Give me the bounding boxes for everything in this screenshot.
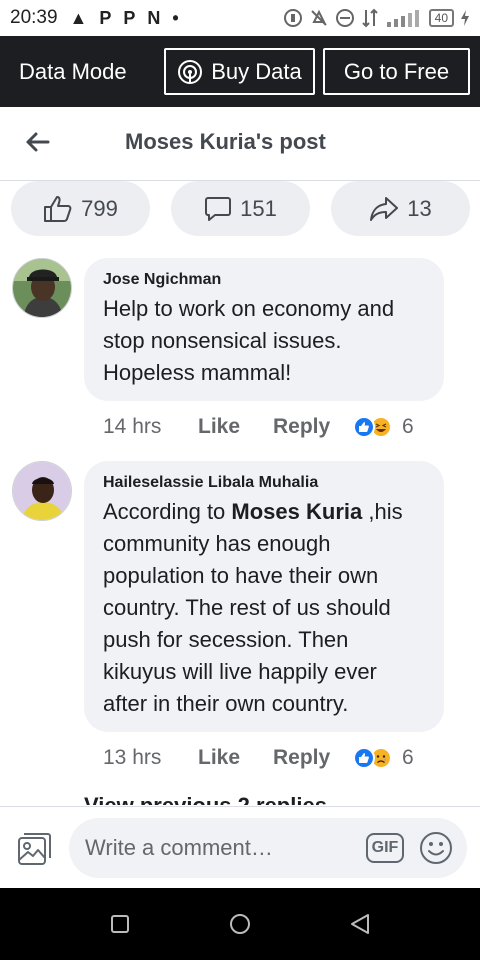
reactions-summary[interactable] [353, 416, 392, 438]
back-arrow-icon[interactable] [22, 127, 52, 157]
status-bar: 20:39 ▲ P P N • 40 [0, 0, 480, 36]
p-app-icon-2: P [123, 7, 136, 28]
recents-icon[interactable] [106, 910, 134, 938]
status-time: 20:39 [10, 7, 58, 28]
like-count-button[interactable]: 799 [11, 181, 150, 236]
comment-author[interactable]: Jose Ngichman [103, 271, 426, 289]
broadcast-icon [178, 59, 203, 84]
comment-text-end: ,his community has enough population to … [103, 499, 403, 716]
like-icon [353, 747, 375, 769]
battery-icon: 40 [428, 9, 454, 27]
data-transfer-icon [361, 8, 378, 28]
status-left: 20:39 ▲ P P N • [10, 7, 179, 29]
dot-icon: • [172, 7, 179, 28]
comment-text: According to Moses Kuria ,his community … [103, 496, 426, 720]
comment-text: Help to work on economy and stop nonsens… [103, 296, 395, 385]
reactions-summary[interactable] [353, 747, 392, 769]
share-count: 13 [407, 195, 432, 221]
comment-meta: 14 hrs Like Reply 6 [103, 412, 414, 442]
like-count: 799 [81, 195, 118, 221]
alert-icon: ▲ [69, 7, 88, 28]
comment-bubble[interactable]: Jose Ngichman Help to work on economy an… [84, 258, 444, 401]
gif-button[interactable]: GIF [366, 833, 404, 863]
data-mode-title: Data Mode [19, 58, 127, 84]
comment-text-start: According to [103, 499, 232, 524]
view-previous-replies-link[interactable]: View previous 2 replies [84, 792, 384, 805]
comment-composer: Write a comment… GIF [0, 806, 480, 888]
reaction-count: 6 [402, 746, 414, 769]
profile-photo [13, 462, 71, 520]
home-icon[interactable] [226, 910, 254, 938]
comment-placeholder: Write a comment… [85, 835, 273, 860]
p-app-icon: P [99, 7, 112, 28]
avatar[interactable] [12, 258, 72, 318]
dnd-icon [335, 9, 354, 27]
silent-icon [310, 9, 327, 26]
comment-bubble[interactable]: Haileselassie Libala Muhalia According t… [84, 461, 444, 732]
back-icon[interactable] [346, 910, 374, 938]
signal-icon [386, 10, 419, 27]
mention-link[interactable]: Moses Kuria [231, 499, 362, 524]
share-count-button[interactable]: 13 [331, 181, 470, 236]
charging-icon [461, 10, 469, 26]
post-header: Moses Kuria's post [0, 107, 480, 181]
comment-meta: 13 hrs Like Reply 6 [103, 743, 414, 773]
share-icon [370, 196, 399, 221]
comment-count-button[interactable]: 151 [171, 181, 310, 236]
like-button[interactable]: Like [198, 415, 273, 439]
reply-button[interactable]: Reply [273, 415, 353, 439]
go-to-free-button[interactable]: Go to Free [323, 48, 470, 95]
n-app-icon: N [147, 7, 161, 28]
reaction-count: 6 [402, 415, 414, 438]
buy-data-button[interactable]: Buy Data [164, 48, 315, 95]
go-to-free-label: Go to Free [343, 58, 450, 84]
view-replies-label: View previous 2 replies [84, 793, 384, 805]
emoji-icon[interactable] [419, 831, 453, 865]
reply-button[interactable]: Reply [273, 746, 353, 770]
avatar[interactable] [12, 461, 72, 521]
profile-photo [13, 259, 71, 317]
like-button[interactable]: Like [198, 746, 273, 770]
comment-count: 151 [240, 195, 277, 221]
comment-icon [205, 196, 232, 221]
buy-data-label: Buy Data [211, 58, 302, 84]
comment-input[interactable]: Write a comment… GIF [69, 818, 467, 878]
system-nav-bar [0, 888, 480, 960]
comment-time: 14 hrs [103, 415, 162, 438]
data-mode-bar: Data Mode Buy Data Go to Free [0, 36, 480, 107]
comment-author[interactable]: Haileselassie Libala Muhalia [103, 474, 426, 492]
page-title: Moses Kuria's post [125, 129, 326, 154]
vibrate-icon [283, 9, 302, 27]
thumbs-up-icon [44, 195, 72, 222]
comment-time: 13 hrs [103, 746, 162, 769]
status-right: 40 [283, 8, 470, 28]
like-icon [353, 416, 375, 438]
photo-icon[interactable] [15, 830, 53, 868]
